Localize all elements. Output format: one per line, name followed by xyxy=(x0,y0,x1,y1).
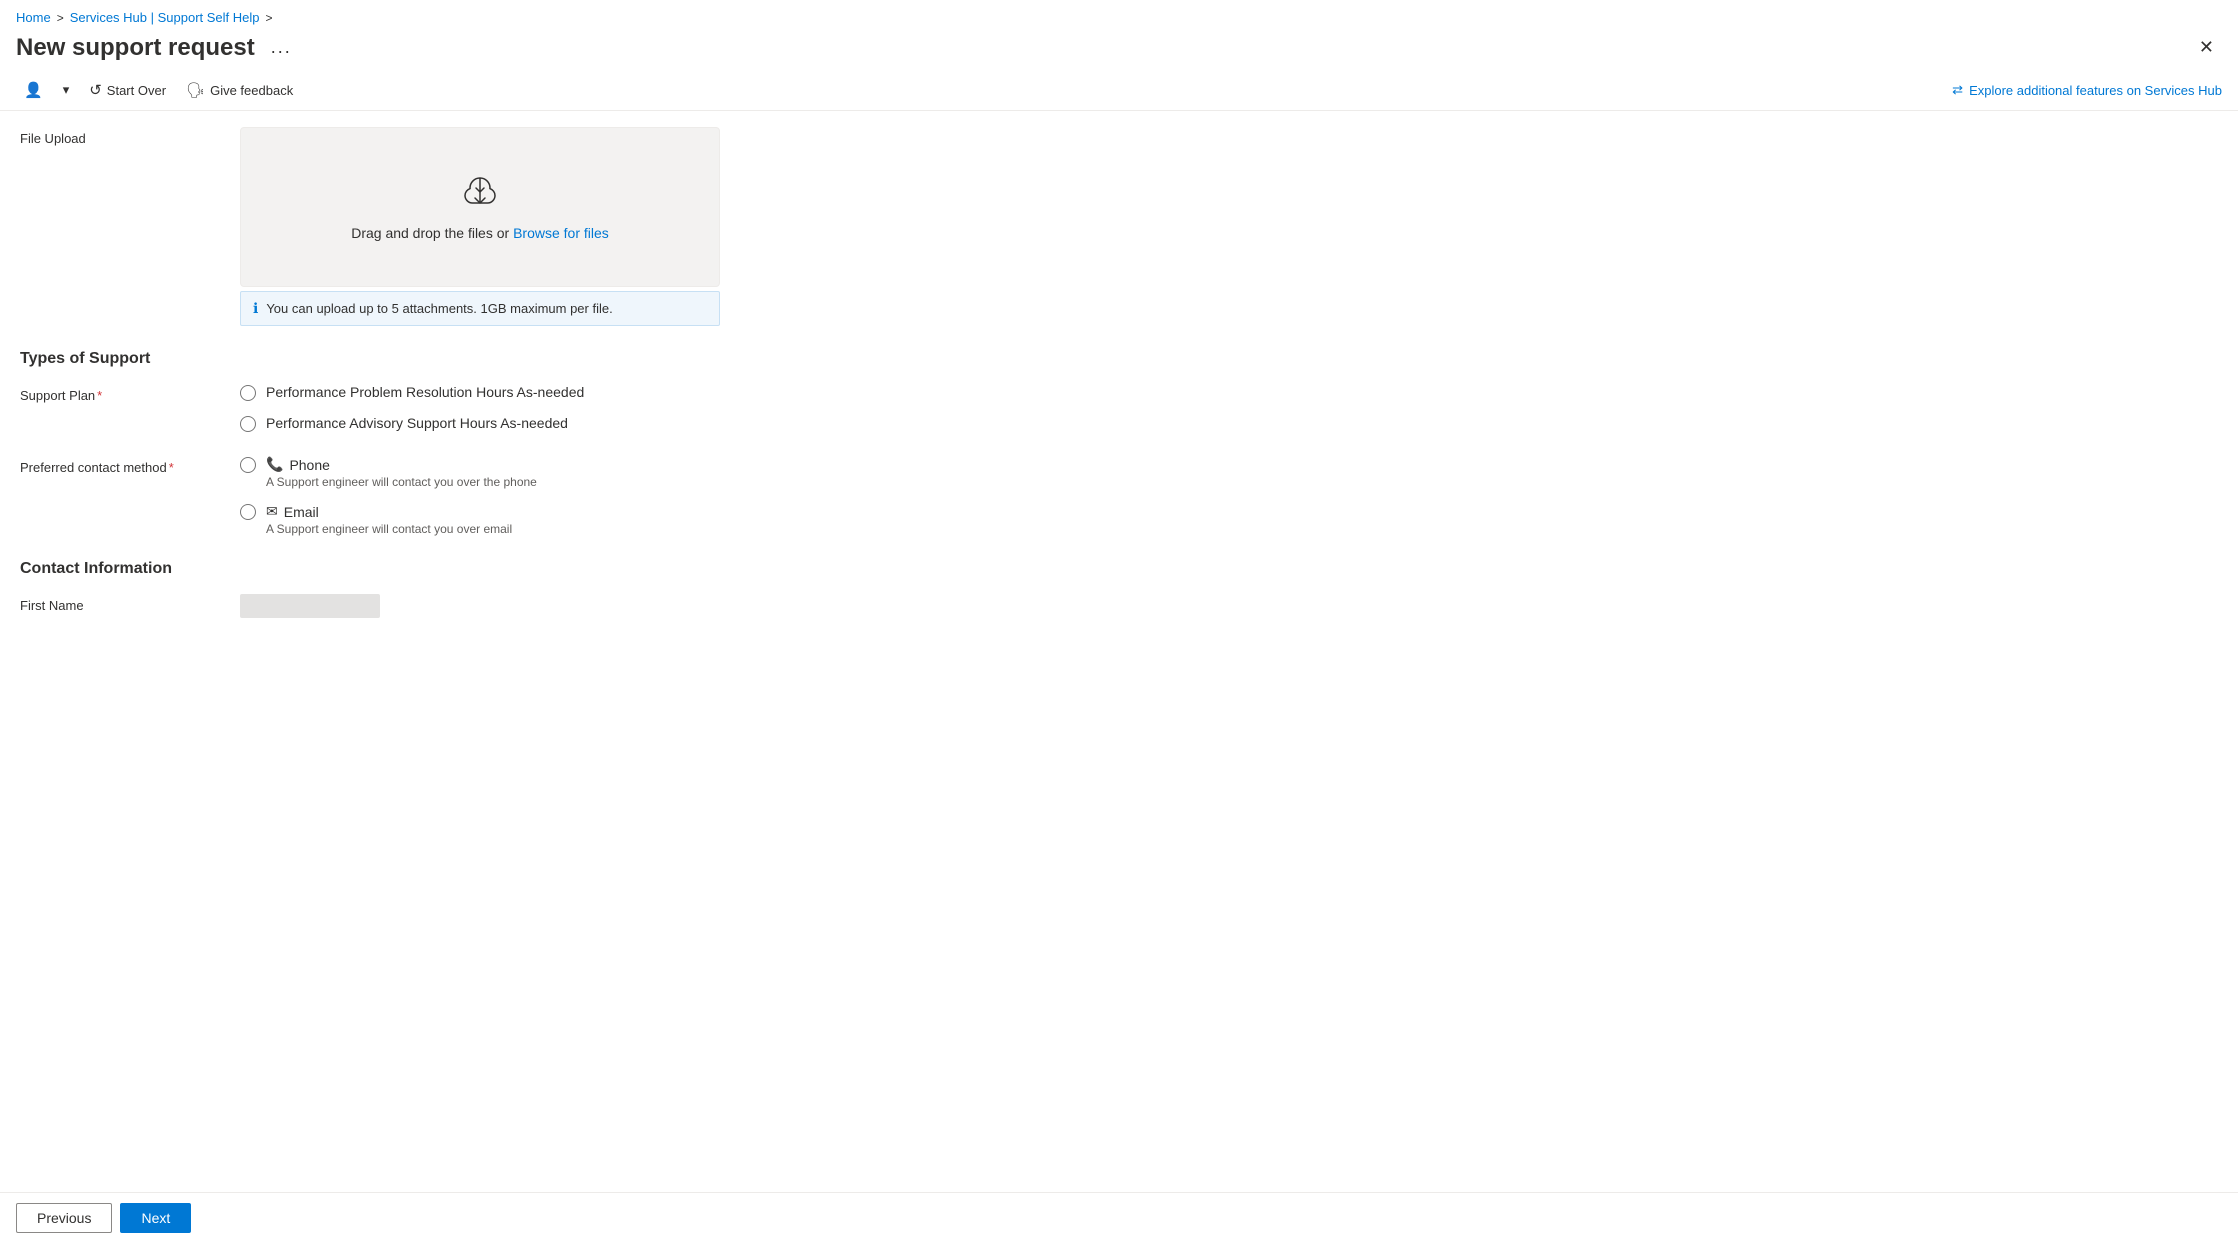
support-plan-label: Support Plan* xyxy=(20,384,240,403)
preferred-contact-label: Preferred contact method* xyxy=(20,456,240,475)
explore-link[interactable]: ⇄ Explore additional features on Service… xyxy=(1952,82,2222,98)
bottom-nav: Previous Next xyxy=(0,1192,2238,1243)
file-upload-label: File Upload xyxy=(20,127,240,146)
breadcrumb: Home > Services Hub | Support Self Help … xyxy=(0,0,2238,29)
support-plan-radio-1[interactable] xyxy=(240,385,256,401)
feedback-icon: 🗣 xyxy=(186,81,205,99)
contact-method-radio-group: 📞 Phone A Support engineer will contact … xyxy=(240,456,920,536)
support-plan-options: Performance Problem Resolution Hours As-… xyxy=(240,384,920,432)
phone-desc: A Support engineer will contact you over… xyxy=(266,475,537,489)
email-desc: A Support engineer will contact you over… xyxy=(266,522,512,536)
contact-phone-option[interactable]: 📞 Phone A Support engineer will contact … xyxy=(240,456,920,489)
file-upload-control: Drag and drop the files or Browse for fi… xyxy=(240,127,920,326)
page-header: New support request ... ✕ xyxy=(0,29,2238,70)
phone-label: Phone xyxy=(289,457,329,473)
first-name-row: First Name xyxy=(20,594,920,618)
preferred-contact-options: 📞 Phone A Support engineer will contact … xyxy=(240,456,920,536)
first-name-control xyxy=(240,594,920,618)
support-plan-radio-group: Performance Problem Resolution Hours As-… xyxy=(240,384,920,432)
first-name-placeholder xyxy=(240,594,380,618)
types-of-support-heading: Types of Support xyxy=(20,350,920,368)
contact-email-option[interactable]: ✉ Email A Support engineer will contact … xyxy=(240,503,920,536)
start-over-label: Start Over xyxy=(107,83,166,98)
email-label-area: ✉ Email xyxy=(266,503,512,520)
form-container: File Upload Drag and drop the files or B… xyxy=(20,127,920,1198)
main-content: File Upload Drag and drop the files or B… xyxy=(0,111,2238,1214)
title-area: New support request ... xyxy=(16,33,298,62)
contact-email-radio[interactable] xyxy=(240,504,256,520)
explore-icon: ⇄ xyxy=(1952,82,1963,98)
required-indicator: * xyxy=(97,388,102,403)
upload-cloud-icon xyxy=(460,174,500,213)
user-profile-button[interactable]: 👤 xyxy=(16,76,51,104)
breadcrumb-sep1: > xyxy=(57,11,64,25)
first-name-label: First Name xyxy=(20,594,240,613)
breadcrumb-services-hub[interactable]: Services Hub | Support Self Help xyxy=(70,10,260,25)
breadcrumb-sep2: > xyxy=(266,11,273,25)
user-icon: 👤 xyxy=(24,81,43,99)
browse-files-link[interactable]: Browse for files xyxy=(513,225,609,241)
contact-phone-radio[interactable] xyxy=(240,457,256,473)
page-title: New support request xyxy=(16,34,255,62)
support-plan-label-1: Performance Problem Resolution Hours As-… xyxy=(266,384,584,400)
close-button[interactable]: ✕ xyxy=(2191,33,2222,62)
next-button[interactable]: Next xyxy=(120,1203,191,1233)
toolbar-left: 👤 ▾ ↺ Start Over 🗣 Give feedback xyxy=(16,76,301,104)
toolbar: 👤 ▾ ↺ Start Over 🗣 Give feedback ⇄ Explo… xyxy=(0,70,2238,111)
preferred-contact-row: Preferred contact method* 📞 Phone A Supp… xyxy=(20,456,920,536)
more-options-button[interactable]: ... xyxy=(265,33,298,62)
upload-info: ℹ You can upload up to 5 attachments. 1G… xyxy=(240,291,720,326)
phone-icon: 📞 xyxy=(266,456,283,473)
phone-label-area: 📞 Phone xyxy=(266,456,537,473)
refresh-icon: ↺ xyxy=(89,81,102,99)
dropdown-button[interactable]: ▾ xyxy=(55,77,78,103)
previous-button[interactable]: Previous xyxy=(16,1203,112,1233)
required-indicator-2: * xyxy=(169,460,174,475)
explore-label: Explore additional features on Services … xyxy=(1969,83,2222,98)
support-plan-option-1[interactable]: Performance Problem Resolution Hours As-… xyxy=(240,384,920,401)
file-upload-zone[interactable]: Drag and drop the files or Browse for fi… xyxy=(240,127,720,287)
feedback-label: Give feedback xyxy=(210,83,293,98)
file-upload-row: File Upload Drag and drop the files or B… xyxy=(20,127,920,326)
support-plan-row: Support Plan* Performance Problem Resolu… xyxy=(20,384,920,432)
support-plan-radio-2[interactable] xyxy=(240,416,256,432)
upload-info-text: You can upload up to 5 attachments. 1GB … xyxy=(266,301,612,316)
support-plan-option-2[interactable]: Performance Advisory Support Hours As-ne… xyxy=(240,415,920,432)
chevron-down-icon: ▾ xyxy=(63,82,70,98)
contact-info-heading: Contact Information xyxy=(20,560,920,578)
upload-text: Drag and drop the files or Browse for fi… xyxy=(351,225,609,241)
give-feedback-button[interactable]: 🗣 Give feedback xyxy=(178,76,301,104)
info-icon: ℹ xyxy=(253,300,258,317)
email-icon: ✉ xyxy=(266,503,278,520)
email-label: Email xyxy=(284,504,319,520)
start-over-button[interactable]: ↺ Start Over xyxy=(81,76,174,104)
support-plan-label-2: Performance Advisory Support Hours As-ne… xyxy=(266,415,568,431)
breadcrumb-home[interactable]: Home xyxy=(16,10,51,25)
